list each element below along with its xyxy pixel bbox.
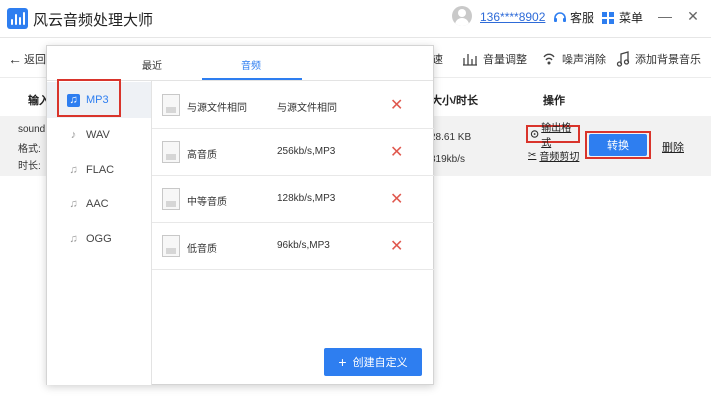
- title-bar: 风云音频处理大师 136****8902 客服 菜单 — ✕: [0, 0, 711, 38]
- file-bitrate: 319kb/s: [430, 154, 466, 165]
- create-custom-label: 创建自定义: [352, 357, 408, 369]
- noise-icon: [543, 53, 555, 65]
- quality-value: 96kb/s,MP3: [277, 240, 330, 251]
- file-format-label: 格式:: [18, 144, 41, 155]
- scissors-icon: ✂: [528, 150, 537, 161]
- music-note-icon: ♫: [69, 164, 78, 176]
- quality-name: 高音质: [187, 150, 217, 161]
- quality-value: 与源文件相同: [277, 103, 337, 114]
- add-bgm-label: 添加背景音乐: [635, 54, 701, 66]
- app-logo-icon: [7, 8, 28, 29]
- app-title: 风云音频处理大师: [33, 12, 154, 29]
- file-icon: [162, 141, 180, 163]
- volume-adjust-label: 音量调整: [483, 54, 527, 66]
- format-tabs: 最近 音频: [47, 46, 433, 81]
- quality-name: 与源文件相同: [187, 103, 247, 114]
- format-popup: 最近 音频 ♫ MP3 ♪ WAV ♫ FLAC ♫ AAC ♫ OGG 与源文…: [46, 45, 434, 385]
- mp3-highlight: [57, 79, 121, 117]
- close-icon[interactable]: ✕: [390, 189, 403, 209]
- menu-button[interactable]: 菜单: [601, 9, 643, 26]
- close-icon[interactable]: ✕: [390, 142, 403, 162]
- back-button[interactable]: ← 返回: [8, 51, 46, 67]
- tab-recent[interactable]: 最近: [142, 57, 162, 72]
- file-size: 28.61 KB: [430, 132, 472, 143]
- add-bgm-button[interactable]: 添加背景音乐: [616, 51, 701, 67]
- convert-button[interactable]: 转换: [589, 134, 647, 156]
- menu-label: 菜单: [619, 11, 644, 25]
- customer-service-button[interactable]: 客服: [553, 9, 594, 26]
- customer-service-label: 客服: [570, 11, 595, 25]
- file-duration-label: 时长:: [18, 161, 41, 172]
- file-icon: [162, 188, 180, 210]
- format-item-flac[interactable]: ♫ FLAC: [47, 153, 151, 187]
- format-label: WAV: [86, 129, 110, 141]
- noise-removal-label: 噪声消除: [562, 54, 606, 66]
- format-label: OGG: [86, 233, 112, 245]
- quality-name: 中等音质: [187, 197, 227, 208]
- file-icon: [162, 94, 180, 116]
- format-label: AAC: [86, 198, 109, 210]
- volume-adjust-button[interactable]: 音量调整: [462, 51, 527, 67]
- quality-value: 256kb/s,MP3: [277, 146, 336, 157]
- close-icon[interactable]: ✕: [390, 95, 403, 115]
- audio-cut-link[interactable]: ✂ 音频剪切: [528, 148, 579, 163]
- equalizer-icon: [463, 54, 477, 66]
- music-note-icon: ♪: [70, 129, 77, 141]
- format-sidebar: ♫ MP3 ♪ WAV ♫ FLAC ♫ AAC ♫ OGG: [47, 81, 152, 385]
- file-icon: [162, 235, 180, 257]
- format-item-aac[interactable]: ♫ AAC: [47, 187, 151, 221]
- close-icon[interactable]: ✕: [390, 236, 403, 256]
- audio-cut-label: 音频剪切: [539, 152, 580, 163]
- column-action: 操作: [543, 95, 565, 107]
- minimize-icon[interactable]: —: [655, 8, 675, 24]
- create-custom-button[interactable]: + 创建自定义: [324, 348, 422, 376]
- user-phone-link[interactable]: 136****8902: [480, 10, 545, 24]
- format-label: FLAC: [86, 164, 115, 176]
- tab-active-indicator: [202, 78, 302, 80]
- music-note-icon: [616, 51, 630, 67]
- list-item[interactable]: 低音质 96kb/s,MP3 ✕: [152, 223, 434, 270]
- output-format-label: 输出格式: [541, 123, 572, 149]
- plus-icon: +: [338, 354, 347, 370]
- format-item-wav[interactable]: ♪ WAV: [47, 118, 151, 152]
- music-note-icon: ♫: [69, 198, 78, 210]
- headset-icon: [554, 11, 566, 22]
- format-item-ogg[interactable]: ♫ OGG: [47, 222, 151, 256]
- delete-link[interactable]: 删除: [662, 139, 684, 155]
- tab-audio[interactable]: 音频: [241, 57, 261, 72]
- list-item[interactable]: 与源文件相同 与源文件相同 ✕: [152, 82, 434, 129]
- quality-name: 低音质: [187, 244, 217, 255]
- noise-removal-button[interactable]: 噪声消除: [541, 51, 606, 67]
- arrow-left-icon: ←: [8, 51, 22, 67]
- settings-icon: [530, 130, 539, 138]
- music-note-icon: ♫: [69, 233, 78, 245]
- menu-grid-icon: [602, 11, 614, 24]
- column-size-duration: 大小/时长: [431, 95, 479, 107]
- list-item[interactable]: 中等音质 128kb/s,MP3 ✕: [152, 176, 434, 223]
- back-label: 返回: [24, 54, 46, 66]
- quality-value: 128kb/s,MP3: [277, 193, 336, 204]
- avatar[interactable]: [452, 6, 472, 26]
- close-icon[interactable]: ✕: [683, 8, 703, 25]
- list-item[interactable]: 高音质 256kb/s,MP3 ✕: [152, 129, 434, 176]
- file-name: sound: [18, 124, 46, 135]
- output-format-link[interactable]: 输出格式: [526, 123, 580, 149]
